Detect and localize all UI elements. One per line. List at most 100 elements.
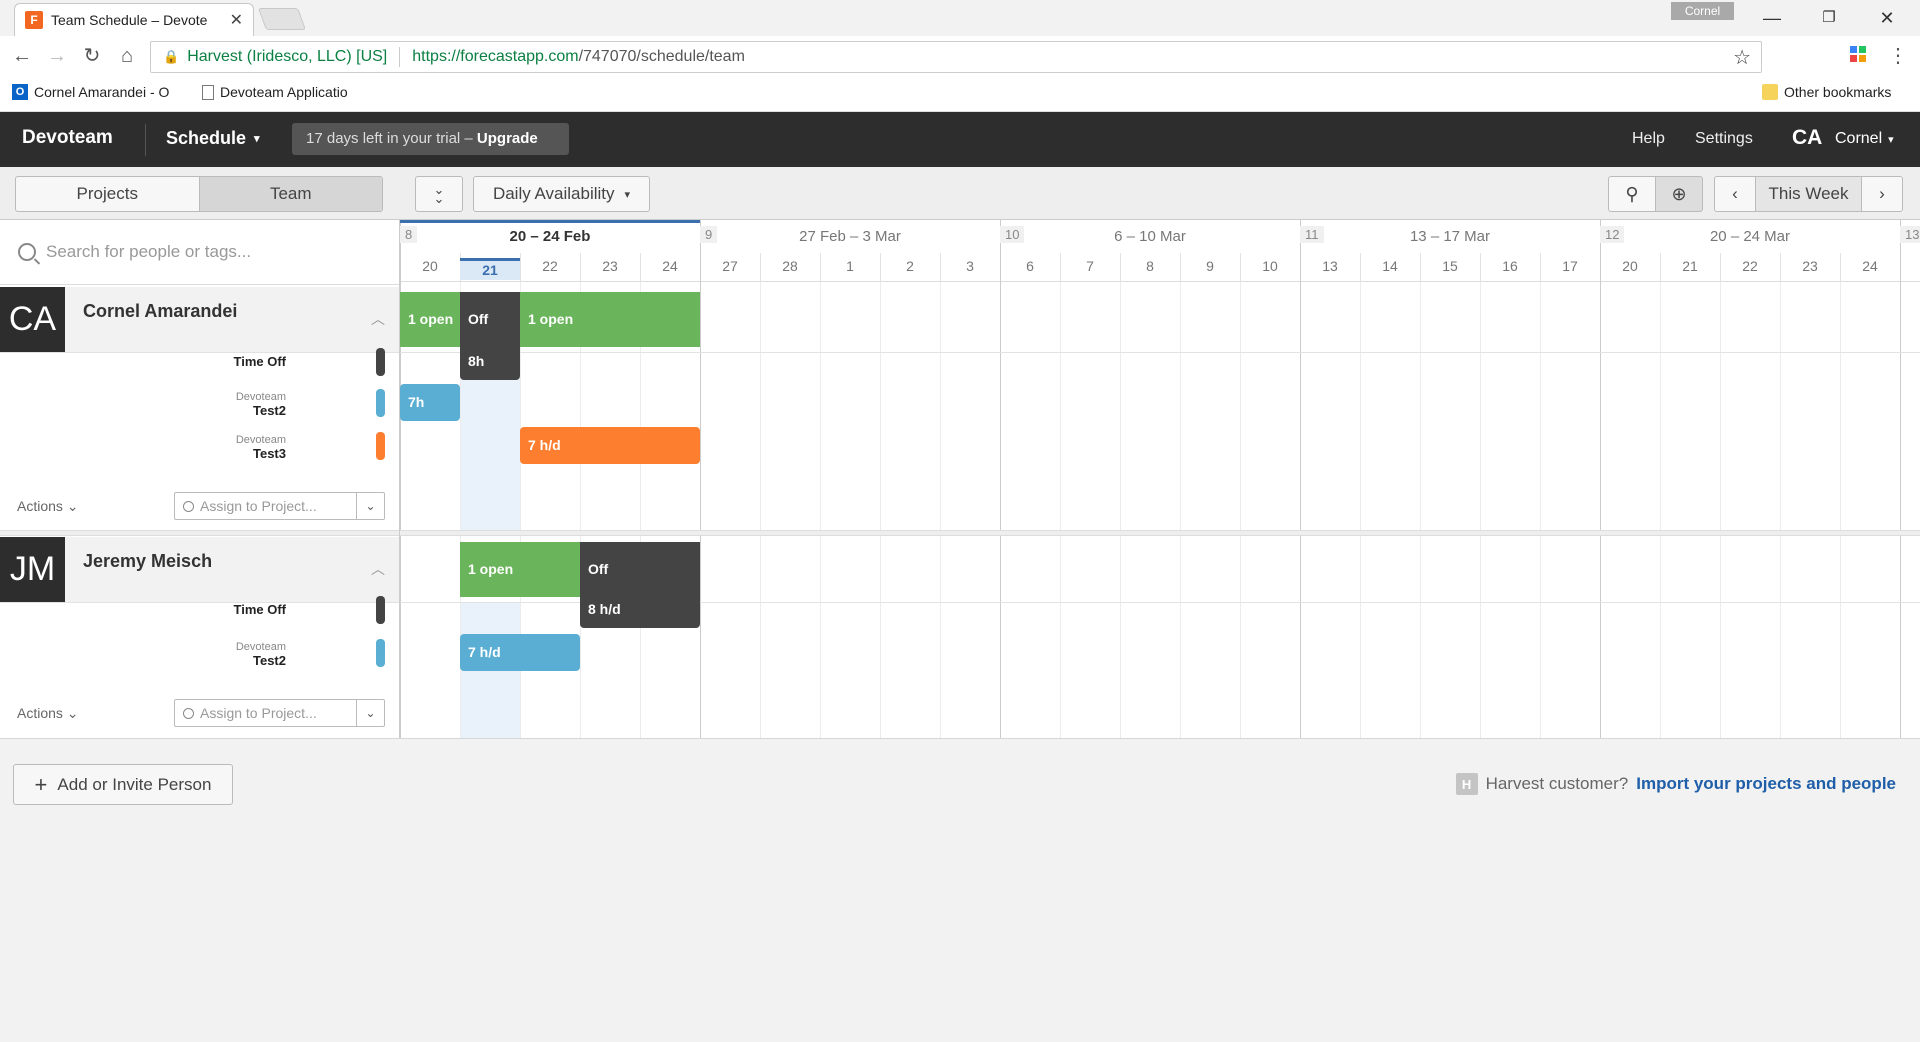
week-column: 13: [1900, 220, 1920, 282]
week-column: 12 20 – 24 Mar 20 21 22 23 24: [1600, 220, 1900, 282]
new-tab-button[interactable]: [257, 8, 307, 30]
assignment-bar[interactable]: 7h: [400, 384, 460, 421]
lock-icon: 🔒: [163, 49, 180, 64]
profile-chip[interactable]: Cornel: [1671, 2, 1734, 20]
assignment-bar[interactable]: 7 h/d: [460, 634, 580, 671]
tab-team[interactable]: Team: [198, 177, 382, 211]
availability-bar-off[interactable]: Off: [460, 292, 520, 347]
import-link[interactable]: Import your projects and people: [1636, 774, 1896, 794]
project-name: Test2: [253, 403, 286, 418]
brand-logo[interactable]: Devoteam: [22, 127, 113, 149]
upgrade-link[interactable]: Upgrade: [477, 130, 538, 147]
close-window-icon[interactable]: ✕: [1864, 4, 1910, 32]
week-column: 9 27 Feb – 3 Mar 27 28 1 2 3: [700, 220, 1000, 282]
bookmark-item[interactable]: Devoteam Applicatio: [202, 84, 348, 100]
person-name[interactable]: Jeremy Meisch: [83, 551, 212, 572]
availability-bar-open[interactable]: 1 open: [400, 292, 460, 347]
zoom-out-button[interactable]: ⚲: [1608, 176, 1656, 212]
bookmark-label: Cornel Amarandei - O: [34, 84, 170, 100]
day-label: 13: [1322, 258, 1338, 274]
avatar: CA: [0, 287, 65, 352]
actions-label: Actions: [17, 498, 63, 514]
outlook-icon: O: [12, 84, 28, 100]
home-icon[interactable]: ⌂: [115, 44, 139, 68]
availability-bar-open[interactable]: 1 open: [520, 292, 700, 347]
collapse-all-button[interactable]: ⌄ ⌄: [415, 176, 463, 212]
close-tab-icon[interactable]: ✕: [230, 10, 243, 30]
menu-kebab-icon[interactable]: ⋮: [1886, 44, 1910, 68]
prev-week-button[interactable]: ‹: [1714, 176, 1756, 212]
minimize-icon[interactable]: —: [1749, 4, 1795, 32]
today-cell: 21: [460, 258, 520, 280]
next-week-button[interactable]: ›: [1861, 176, 1903, 212]
project-label[interactable]: Devoteam Test3: [236, 434, 286, 461]
settings-link[interactable]: Settings: [1695, 130, 1753, 148]
view-switch: Projects Team: [15, 176, 383, 212]
help-link[interactable]: Help: [1632, 130, 1665, 148]
add-person-button[interactable]: + Add or Invite Person: [13, 764, 233, 805]
chevron-down-icon[interactable]: ⌄: [356, 493, 384, 519]
browser-tab[interactable]: F Team Schedule – Devote ✕: [14, 3, 254, 36]
week-range: 20 – 24 Feb: [509, 228, 591, 245]
project-color-swatch: [376, 389, 385, 417]
restore-icon[interactable]: ❐: [1806, 4, 1852, 32]
day-label: 24: [1862, 258, 1878, 274]
view-mode-dropdown[interactable]: Daily Availability ▾: [473, 176, 650, 212]
day-label: 2: [906, 258, 914, 274]
bookmark-star-icon[interactable]: ☆: [1733, 45, 1751, 70]
chevron-up-icon[interactable]: ︿: [371, 559, 385, 579]
day-label: 20: [422, 258, 438, 274]
add-person-label: Add or Invite Person: [57, 774, 212, 794]
actions-menu[interactable]: Actions ⌄: [17, 705, 79, 722]
chevron-down-icon: ⌄: [62, 498, 79, 514]
project-label[interactable]: Devoteam Test2: [236, 641, 286, 668]
assignment-bar[interactable]: 7 h/d: [520, 427, 700, 464]
person-name[interactable]: Cornel Amarandei: [83, 301, 237, 322]
forward-icon[interactable]: →: [45, 44, 69, 68]
harvest-logo-icon: H: [1455, 773, 1478, 795]
project-color-swatch: [376, 596, 385, 624]
people-search[interactable]: Search for people or tags...: [0, 220, 400, 285]
other-bookmarks-label: Other bookmarks: [1784, 84, 1892, 100]
project-label[interactable]: Devoteam Test2: [236, 391, 286, 418]
extension-icon[interactable]: [1846, 44, 1870, 68]
project-name: Test3: [253, 446, 286, 461]
week-column: 11 13 – 17 Mar 13 14 15 16 17: [1300, 220, 1600, 282]
chevron-left-icon: ‹: [1732, 184, 1738, 203]
reload-icon[interactable]: ↻: [80, 44, 104, 68]
day-label: 10: [1262, 258, 1278, 274]
chevron-down-icon[interactable]: ⌄: [356, 700, 384, 726]
availability-bar-open[interactable]: 1 open: [460, 542, 580, 597]
schedule-grid: [400, 282, 1920, 738]
schedule-menu[interactable]: Schedule ▾: [166, 128, 260, 149]
chevron-up-icon[interactable]: ︿: [371, 309, 385, 329]
other-bookmarks[interactable]: Other bookmarks: [1762, 84, 1891, 100]
tab-projects[interactable]: Projects: [16, 177, 199, 211]
page-icon: [202, 84, 214, 100]
client-name: Devoteam: [235, 391, 286, 403]
actions-menu[interactable]: Actions ⌄: [17, 498, 79, 515]
project-label[interactable]: Time Off: [234, 354, 287, 369]
user-menu[interactable]: Cornel ▾: [1835, 130, 1894, 148]
assign-project-input[interactable]: Assign to Project... ⌄: [174, 699, 385, 727]
assignment-bar[interactable]: 8h: [460, 343, 520, 380]
user-name: Cornel: [1835, 130, 1883, 147]
address-bar[interactable]: 🔒 Harvest (Iridesco, LLC) [US] https://f…: [150, 41, 1762, 73]
user-initials[interactable]: CA: [1792, 126, 1822, 150]
week-column: 8 20 – 24 Feb 20 21 22 23 24: [400, 220, 700, 282]
trial-banner[interactable]: 17 days left in your trial – Upgrade: [292, 123, 569, 155]
project-label[interactable]: Time Off: [234, 602, 287, 617]
zoom-in-button[interactable]: ⊕: [1655, 176, 1703, 212]
back-icon[interactable]: ←: [10, 44, 34, 68]
assign-project-input[interactable]: Assign to Project... ⌄: [174, 492, 385, 520]
site-identity: Harvest (Iridesco, LLC) [US]: [187, 48, 388, 65]
assignment-bar[interactable]: 8 h/d: [580, 591, 700, 628]
this-week-button[interactable]: This Week: [1755, 176, 1862, 212]
chevron-down-icon: ▾: [1888, 133, 1894, 146]
search-icon: [183, 707, 194, 719]
availability-bar-off[interactable]: Off: [580, 542, 700, 597]
day-label: 17: [1562, 258, 1578, 274]
bookmark-item[interactable]: O Cornel Amarandei - O: [12, 84, 169, 100]
zoom-in-icon: ⊕: [1671, 183, 1687, 204]
chevron-down-icon: ⌄: [62, 705, 79, 721]
